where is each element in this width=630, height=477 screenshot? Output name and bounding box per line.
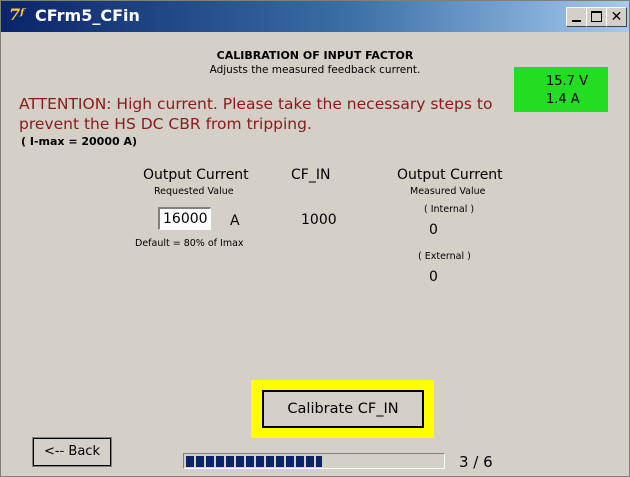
internal-value: 0 bbox=[429, 222, 438, 238]
external-value: 0 bbox=[429, 269, 438, 285]
calibration-window: 7ᶠ CFrm5_CFin ✕ CALIBRATION OF INPUT FAC… bbox=[0, 0, 630, 477]
voltage-readout: 15.7 V bbox=[546, 74, 588, 89]
default-note: Default = 80% of Imax bbox=[135, 238, 244, 249]
requested-unit-label: A bbox=[230, 213, 240, 229]
maximize-button[interactable] bbox=[586, 7, 607, 27]
title-bar[interactable]: 7ᶠ CFrm5_CFin ✕ bbox=[1, 1, 629, 32]
attention-warning: ATTENTION: High current. Please take the… bbox=[19, 95, 493, 133]
cf-in-header: CF_IN bbox=[291, 167, 331, 183]
measured-current-header: Output Current bbox=[397, 167, 503, 183]
imax-label: ( I-max = 20000 A) bbox=[21, 135, 138, 148]
requested-current-header: Output Current bbox=[143, 167, 249, 183]
measured-value-label: Measured Value bbox=[410, 186, 486, 197]
requested-current-input[interactable]: 16000 bbox=[158, 207, 211, 230]
internal-label: ( Internal ) bbox=[424, 204, 475, 215]
current-readout: 1.4 A bbox=[546, 92, 580, 107]
step-counter: 3 / 6 bbox=[459, 453, 493, 471]
page-title: CALIBRATION OF INPUT FACTOR bbox=[216, 49, 414, 62]
cf-in-value: 1000 bbox=[301, 212, 337, 228]
window-title: CFrm5_CFin bbox=[35, 6, 140, 25]
maximize-icon bbox=[591, 11, 602, 22]
calibrate-cf-in-button[interactable]: Calibrate CF_IN bbox=[262, 390, 424, 428]
minimize-icon bbox=[572, 20, 581, 22]
requested-value-label: Requested Value bbox=[154, 186, 234, 197]
app-logo-icon: 7ᶠ bbox=[9, 5, 25, 24]
progress-fill bbox=[186, 456, 322, 467]
close-button[interactable]: ✕ bbox=[606, 7, 627, 27]
back-button[interactable]: <-- Back bbox=[32, 437, 112, 467]
power-readout-panel: 15.7 V 1.4 A bbox=[514, 67, 608, 112]
minimize-button[interactable] bbox=[566, 7, 587, 27]
external-label: ( External ) bbox=[418, 251, 471, 262]
close-icon: ✕ bbox=[610, 9, 623, 25]
step-progress-bar bbox=[183, 453, 445, 469]
